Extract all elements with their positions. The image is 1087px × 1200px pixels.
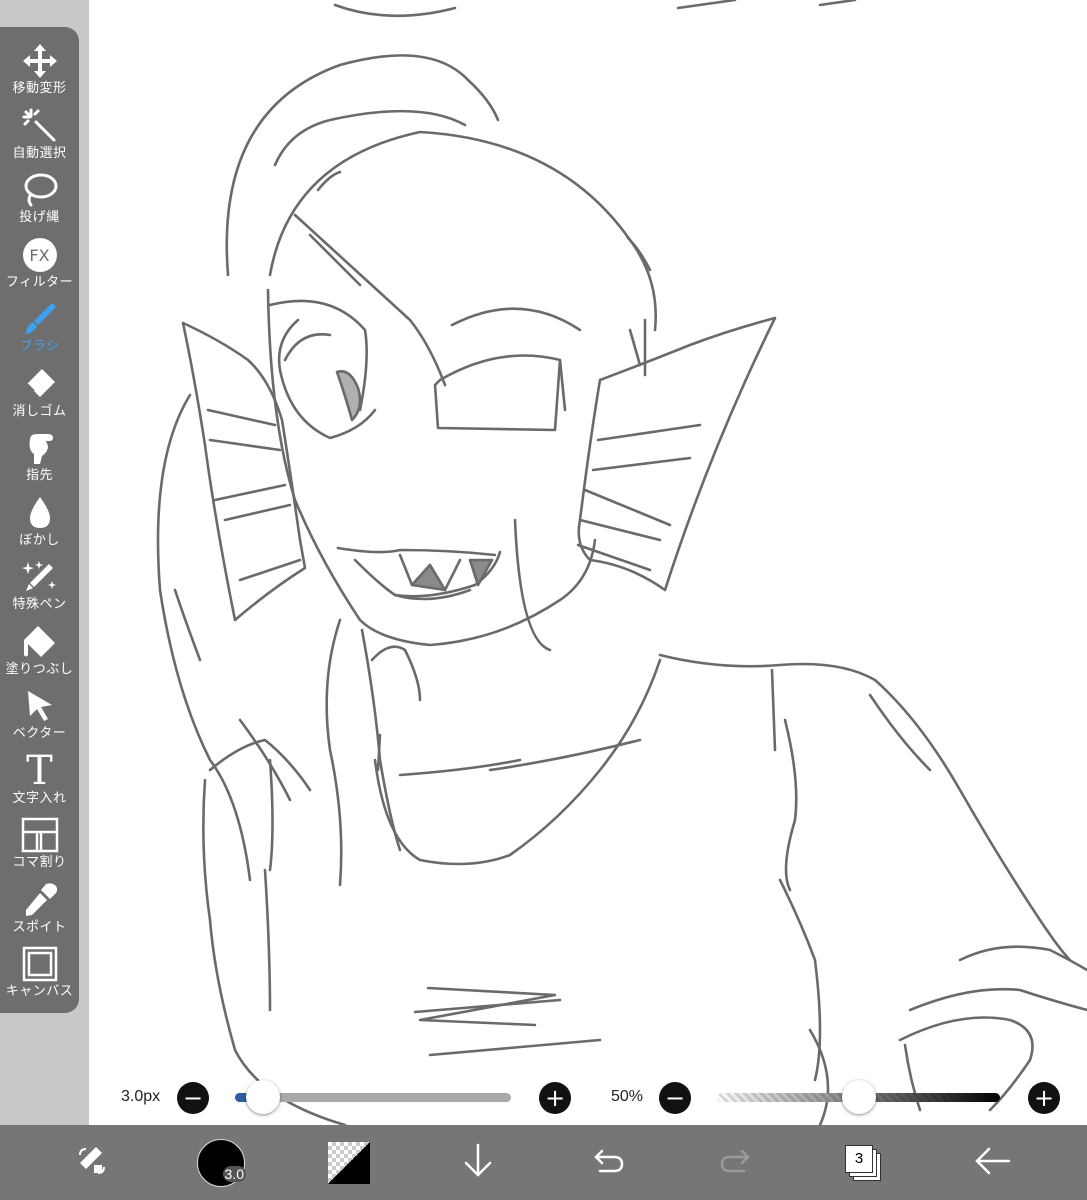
tool-blur[interactable]: ぼかし (0, 493, 79, 557)
opacity-plus-button[interactable]: + (1028, 1082, 1060, 1114)
bottom-bar: 3.0 3 (0, 1125, 1087, 1200)
tool-text[interactable]: T 文字入れ (0, 751, 79, 815)
tool-label: ベクター (12, 726, 67, 741)
tool-label: スポイト (12, 920, 67, 935)
tool-label: 自動選択 (12, 146, 67, 161)
tool-label: キャンバス (5, 984, 74, 999)
brush-size-minus-button[interactable]: − (177, 1082, 209, 1114)
layer-count: 3 (845, 1144, 873, 1173)
tool-transform[interactable]: 移動変形 (0, 41, 79, 105)
brush-size-plus-button[interactable]: + (539, 1082, 571, 1114)
color-swatch[interactable] (327, 1125, 371, 1200)
back-arrow-icon (973, 1143, 1013, 1183)
tool-label: ブラシ (19, 339, 60, 354)
tool-frame[interactable]: コマ割り (0, 815, 79, 879)
brush-sliders: 3.0px − + 50% − + (89, 1075, 1087, 1120)
swap-tool-button[interactable] (70, 1125, 114, 1200)
eyedropper-icon (20, 880, 60, 920)
tool-filter[interactable]: FX フィルター (0, 235, 79, 299)
undo-button[interactable] (588, 1125, 628, 1200)
sparkle-pen-icon (20, 557, 60, 597)
tool-label: 塗りつぶし (5, 662, 74, 677)
tool-fill[interactable]: 塗りつぶし (0, 622, 79, 686)
redo-button[interactable] (716, 1125, 756, 1200)
move-arrows-icon (20, 41, 60, 81)
tool-palette: 移動変形 自動選択 投げ縄 FX フィルター ブラシ 消しゴム 指先 ぼかし 特… (0, 27, 79, 1013)
tool-label: 指先 (25, 468, 53, 483)
frame-divider-icon (20, 815, 60, 855)
tool-label: 特殊ペン (12, 597, 67, 612)
eraser-icon (20, 364, 60, 404)
tool-label: コマ割り (12, 855, 67, 870)
tool-label: フィルター (5, 275, 74, 290)
brush-size-value: 3.0px (121, 1088, 161, 1105)
tool-finger[interactable]: 指先 (0, 428, 79, 492)
opacity-slider-knob[interactable] (841, 1080, 876, 1114)
fill-bucket-icon (20, 622, 60, 662)
fx-badge: FX (22, 238, 57, 272)
layers-icon: 3 (845, 1144, 881, 1181)
tool-label: 投げ縄 (19, 210, 60, 225)
layers-button[interactable]: 3 (842, 1125, 884, 1200)
cursor-arrow-icon (20, 686, 60, 726)
swap-tool-icon (72, 1141, 112, 1185)
download-button[interactable] (458, 1125, 498, 1200)
magic-wand-icon (20, 106, 60, 146)
drop-icon (20, 493, 60, 533)
tool-canvas[interactable]: キャンバス (0, 944, 79, 1008)
brush-icon (20, 299, 60, 339)
tool-lasso[interactable]: 投げ縄 (0, 170, 79, 234)
brush-preview-circle: 3.0 (197, 1138, 246, 1187)
brush-size-badge: 3.0 (222, 1165, 246, 1182)
opacity-minus-button[interactable]: − (659, 1082, 691, 1114)
down-arrow-icon (460, 1141, 496, 1185)
sketch-artwork (156, 0, 1087, 1125)
opacity-value: 50% (611, 1088, 644, 1105)
tool-eraser[interactable]: 消しゴム (0, 364, 79, 428)
back-button[interactable] (972, 1125, 1014, 1200)
text-t-icon: T (20, 751, 60, 791)
color-swatch-box (328, 1141, 370, 1184)
canvas-icon (20, 944, 60, 984)
tool-label: 消しゴム (12, 404, 67, 419)
undo-icon (590, 1143, 626, 1183)
tool-brush[interactable]: ブラシ (0, 299, 79, 363)
brush-size-slider-knob[interactable] (245, 1080, 280, 1114)
tool-label: 移動変形 (12, 81, 67, 96)
drawing-canvas[interactable] (89, 0, 1087, 1125)
lasso-icon (20, 170, 60, 210)
tool-label: 文字入れ (12, 791, 67, 806)
redo-icon (718, 1143, 754, 1183)
fx-icon: FX (20, 235, 60, 275)
tool-special-pen[interactable]: 特殊ペン (0, 557, 79, 621)
tool-eyedropper[interactable]: スポイト (0, 880, 79, 944)
text-t-glyph: T (26, 748, 53, 794)
tool-label: ぼかし (19, 533, 60, 548)
tool-vector[interactable]: ベクター (0, 686, 79, 750)
tool-magic-wand[interactable]: 自動選択 (0, 106, 79, 170)
finger-icon (20, 428, 60, 468)
brush-size-indicator[interactable]: 3.0 (196, 1125, 246, 1200)
